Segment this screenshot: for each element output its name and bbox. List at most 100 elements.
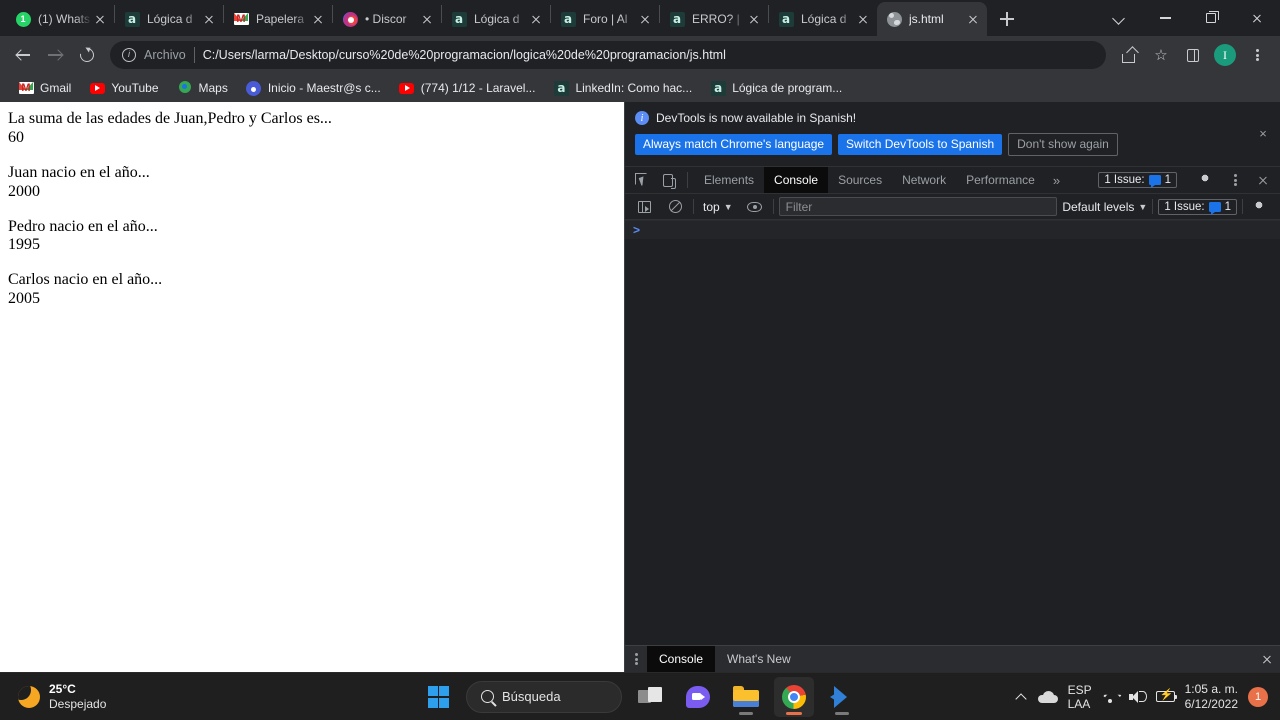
close-icon[interactable] [637,11,653,27]
browser-tab-logica-3[interactable]: a Lógica d [769,2,877,36]
task-view-button[interactable] [630,677,670,717]
close-icon[interactable] [201,11,217,27]
execution-context-selector[interactable]: top ▼ [699,200,737,214]
browser-tab-js-html[interactable]: js.html [877,2,987,36]
reload-button[interactable] [72,40,102,70]
battery-charging-icon[interactable] [1155,689,1178,702]
file-explorer-button[interactable] [726,677,766,717]
browser-tab-whatsapp[interactable]: (1) Whats [6,2,114,36]
browser-tab-discord[interactable]: • Discor [333,2,441,36]
tab-search-button[interactable] [1096,2,1142,34]
close-icon[interactable] [419,11,435,27]
browser-tab-papelera[interactable]: Papelera [224,2,332,36]
minimize-button[interactable] [1142,2,1188,34]
banner-message-row: i DevTools is now available in Spanish! [635,111,1268,125]
close-icon[interactable] [528,11,544,27]
tab-performance[interactable]: Performance [956,167,1045,193]
inspect-element-button[interactable] [629,167,655,193]
tab-network[interactable]: Network [892,167,956,193]
clock[interactable]: 1:05 a. m. 6/12/2022 [1185,682,1238,712]
close-icon[interactable] [310,11,326,27]
share-button[interactable] [1114,40,1144,70]
start-button[interactable] [418,677,458,717]
bookmark-gmail[interactable]: Gmail [10,77,79,99]
browser-tab-logica-1[interactable]: a Lógica d [115,2,223,36]
wifi-icon[interactable] [1102,690,1119,703]
devtools-menu-button[interactable] [1222,172,1248,188]
back-button[interactable] [8,40,38,70]
taskbar-search[interactable]: Búsqueda [466,680,622,713]
close-icon[interactable] [855,11,871,27]
console-issues-counter[interactable]: 1 Issue: 1 [1158,198,1237,215]
language-line-1: ESP [1067,682,1092,697]
bookmark-maps[interactable]: Maps [169,77,236,99]
drawer-tab-whats-new[interactable]: What's New [715,646,803,672]
log-levels-selector[interactable]: Default levels ▼ [1062,200,1147,214]
vscode-button[interactable] [822,677,862,717]
tab-console[interactable]: Console [764,167,829,193]
bookmark-button[interactable]: ☆ [1146,40,1176,70]
console-filter-input[interactable] [778,197,1058,216]
clear-console-button[interactable] [662,200,688,213]
bookmark-laravel[interactable]: (774) 1/12 - Laravel... [391,77,544,99]
bookmark-linkedin[interactable]: a LinkedIn: Como hac... [545,77,700,99]
device-toolbar-button[interactable] [655,167,681,193]
volume-icon[interactable] [1128,690,1147,704]
moon-icon [18,685,40,708]
more-tabs-button[interactable]: » [1045,167,1068,193]
address-bar[interactable]: Archivo C:/Users/larma/Desktop/curso%20d… [110,41,1106,69]
tab-elements[interactable]: Elements [694,167,764,193]
drawer-menu-button[interactable] [625,646,647,672]
side-panel-icon [1187,48,1199,62]
close-icon[interactable] [965,11,981,27]
bookmark-logica[interactable]: a Lógica de program... [702,77,850,99]
browser-tab-foro[interactable]: a Foro | Al [551,2,659,36]
onedrive-icon[interactable] [1037,690,1058,703]
notification-badge[interactable]: 1 [1248,686,1268,707]
console-settings-button[interactable] [1248,199,1274,215]
console-output-area[interactable]: > [625,220,1280,645]
devtools-settings-button[interactable] [1194,172,1220,188]
new-tab-button[interactable] [993,5,1021,33]
live-expression-button[interactable] [742,201,768,212]
tab-title: Lógica d [147,12,193,26]
browser-tab-logica-2[interactable]: a Lógica d [442,2,550,36]
always-match-language-button[interactable]: Always match Chrome's language [635,134,833,155]
close-icon[interactable] [92,11,108,27]
bookmark-youtube[interactable]: YouTube [81,77,166,99]
banner-message: DevTools is now available in Spanish! [656,111,857,125]
youtube-icon [399,80,415,96]
devtools-close-button[interactable] [1250,172,1276,188]
chrome-menu-button[interactable] [1242,40,1272,70]
issues-counter[interactable]: 1 Issue: 1 [1098,172,1177,188]
tab-sources[interactable]: Sources [828,167,892,193]
chevron-down-icon: ▼ [723,201,733,212]
whatsapp-icon [15,11,31,27]
avatar: I [1214,44,1236,66]
omnibox-url-text: C:/Users/larma/Desktop/curso%20de%20prog… [202,48,726,62]
kebab-menu-icon [1227,172,1243,188]
maximize-button[interactable] [1188,2,1234,34]
switch-to-spanish-button[interactable]: Switch DevTools to Spanish [838,134,1003,155]
drawer-close-button[interactable] [1254,646,1280,672]
search-placeholder: Búsqueda [502,689,561,704]
side-panel-button[interactable] [1178,40,1208,70]
drawer-tab-console[interactable]: Console [647,646,716,672]
console-prompt-row[interactable]: > [625,220,1280,239]
close-icon[interactable] [746,11,762,27]
dont-show-again-button[interactable]: Don't show again [1008,133,1118,156]
console-sidebar-toggle[interactable] [631,200,657,213]
window-close-button[interactable] [1234,2,1280,34]
profile-button[interactable]: I [1210,40,1240,70]
language-indicator[interactable]: ESP LAA [1068,683,1092,711]
forward-button[interactable] [40,40,70,70]
bookmark-inicio-maestros[interactable]: Inicio - Maestr@s c... [238,77,389,99]
browser-tab-erro[interactable]: a ERRO? | [660,2,768,36]
show-hidden-icons-button[interactable] [1016,691,1028,703]
weather-widget[interactable]: 25°C Despejado [0,682,240,712]
page-paragraph-3: Pedro nacio en el año... 1995 [8,218,616,256]
chat-button[interactable] [678,677,718,717]
chrome-button[interactable] [774,676,814,717]
banner-close-icon[interactable]: × [1256,126,1270,141]
info-icon[interactable] [122,48,136,62]
